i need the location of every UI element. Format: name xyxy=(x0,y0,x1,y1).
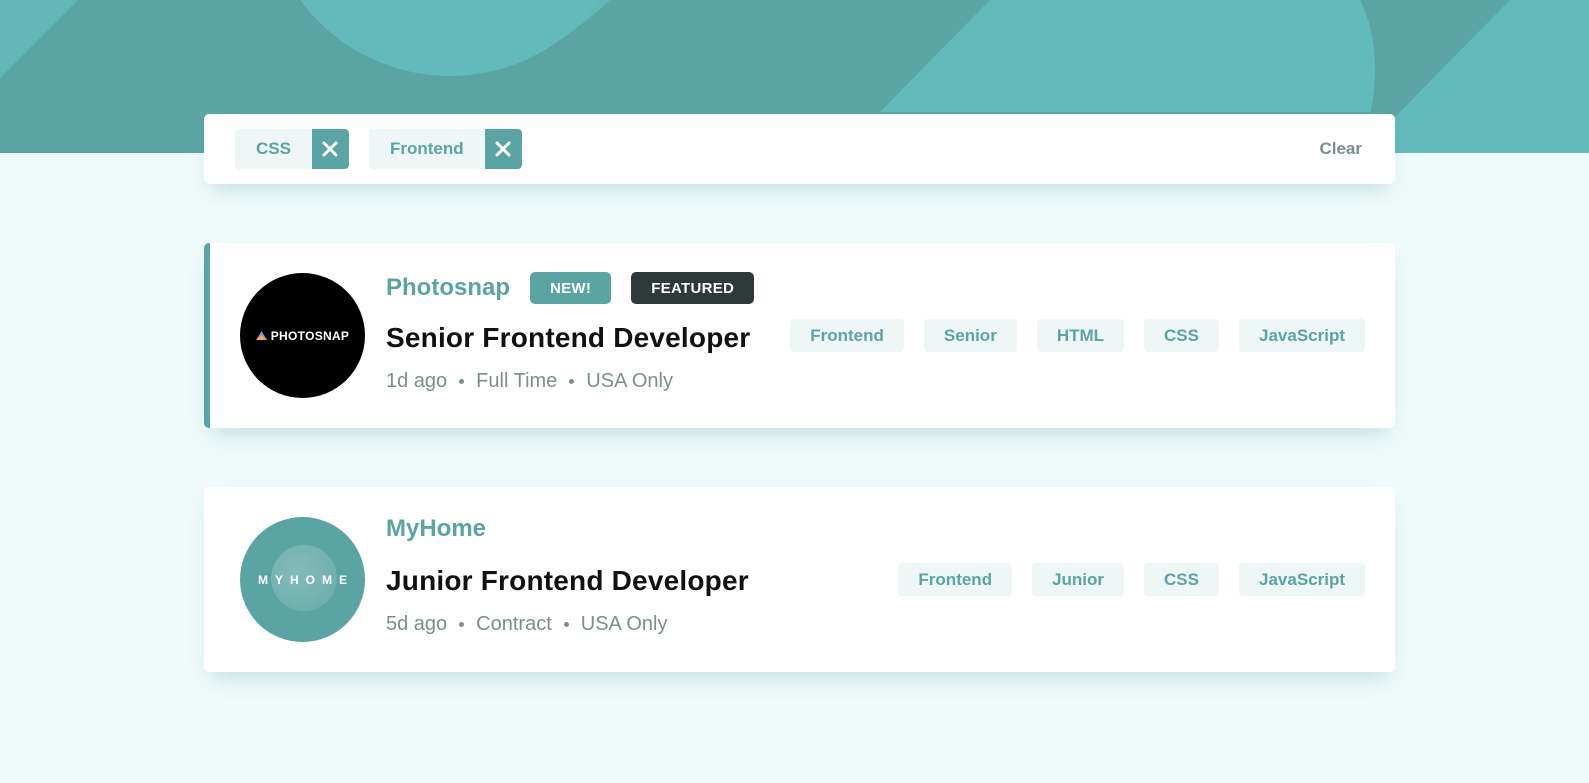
remove-filter-button[interactable] xyxy=(311,129,349,169)
job-location: USA Only xyxy=(586,370,673,392)
photosnap-triangle-icon xyxy=(255,331,267,340)
company-logo-myhome: MYHOME xyxy=(240,517,365,642)
separator-dot xyxy=(459,379,465,384)
contract-type: Contract xyxy=(476,613,552,635)
clear-filters-button[interactable]: Clear xyxy=(1319,139,1362,159)
tag-button[interactable]: Junior xyxy=(1032,563,1125,596)
tag-button[interactable]: Frontend xyxy=(898,563,1013,596)
remove-filter-button[interactable] xyxy=(484,129,522,169)
tag-button[interactable]: CSS xyxy=(1144,319,1219,352)
tag-button[interactable]: Senior xyxy=(923,319,1017,352)
filter-bar: CSS Frontend Clear xyxy=(204,114,1395,184)
close-icon xyxy=(495,141,511,157)
company-name: MyHome xyxy=(386,515,487,542)
contract-type: Full Time xyxy=(476,370,558,392)
featured-badge: FEATURED xyxy=(631,272,755,304)
tag-button[interactable]: JavaScript xyxy=(1239,319,1365,352)
posted-at: 5d ago xyxy=(386,613,448,635)
tag-button[interactable]: JavaScript xyxy=(1239,563,1365,596)
filter-chips: CSS Frontend xyxy=(235,129,1319,169)
company-row: MyHome xyxy=(386,513,749,545)
close-icon xyxy=(322,141,338,157)
separator-dot xyxy=(569,379,575,384)
job-meta: 1d ago Full Time USA Only xyxy=(386,370,754,393)
job-info: MyHome Junior Frontend Developer 5d ago … xyxy=(386,513,749,636)
job-card: MYHOME MyHome Junior Frontend Developer … xyxy=(204,487,1395,672)
job-meta: 5d ago Contract USA Only xyxy=(386,613,749,636)
job-location: USA Only xyxy=(580,613,668,635)
separator-dot xyxy=(459,622,465,627)
filter-chip-label: Frontend xyxy=(389,139,464,158)
tag-button[interactable]: HTML xyxy=(1036,319,1125,352)
tag-button[interactable]: Frontend xyxy=(790,319,904,352)
filter-chip-label: CSS xyxy=(256,139,291,158)
company-name: Photosnap xyxy=(386,274,510,301)
job-info: Photosnap NEW! FEATURED Senior Frontend … xyxy=(386,272,755,393)
new-badge: NEW! xyxy=(530,272,612,304)
logo-label: PHOTOSNAP xyxy=(270,328,350,343)
job-position[interactable]: Junior Frontend Developer xyxy=(386,565,749,597)
job-position[interactable]: Senior Frontend Developer xyxy=(386,322,754,354)
separator-dot xyxy=(563,622,569,627)
tag-button[interactable]: CSS xyxy=(1144,563,1219,596)
filter-chip-css: CSS xyxy=(235,129,349,169)
job-tags: Frontend Senior HTML CSS JavaScript xyxy=(790,319,1365,352)
filter-chip-frontend: Frontend xyxy=(368,129,522,169)
logo-label: MYHOME xyxy=(258,572,354,587)
posted-at: 1d ago xyxy=(386,370,448,392)
job-tags: Frontend Junior CSS JavaScript xyxy=(898,563,1365,596)
company-row: Photosnap NEW! FEATURED xyxy=(386,272,755,304)
job-card: PHOTOSNAP Photosnap NEW! FEATURED Senior… xyxy=(204,243,1395,428)
company-logo-photosnap: PHOTOSNAP xyxy=(240,273,365,398)
